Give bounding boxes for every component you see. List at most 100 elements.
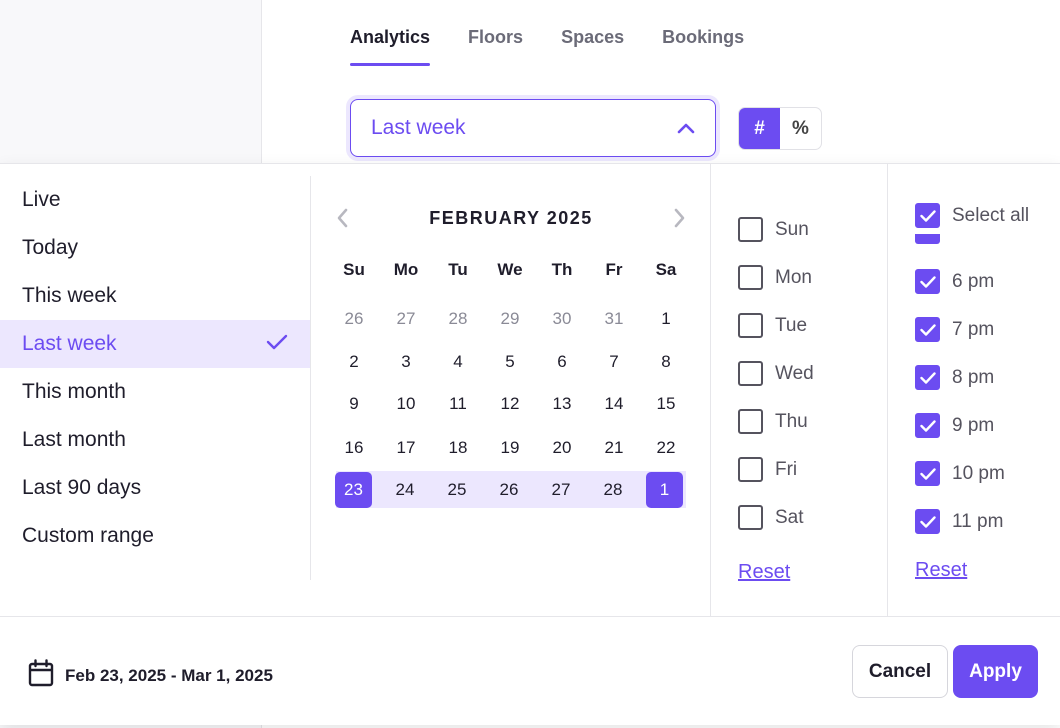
calendar-day[interactable]: 5 <box>484 344 536 380</box>
preset-this-week[interactable]: This week <box>0 272 310 320</box>
percent-mode-button[interactable]: % <box>780 108 821 149</box>
calendar-day[interactable]: 2 <box>328 344 380 380</box>
hour-reset-link[interactable]: Reset <box>915 559 967 582</box>
calendar-day[interactable]: 21 <box>588 430 640 466</box>
preset-last-90-days[interactable]: Last 90 days <box>0 464 310 512</box>
checkbox[interactable] <box>738 361 763 386</box>
calendar-day[interactable]: 28 <box>587 472 639 508</box>
weekday-label: Sat <box>775 506 804 528</box>
preset-custom-range[interactable]: Custom range <box>0 512 310 560</box>
tab-floors[interactable]: Floors <box>468 0 523 66</box>
calendar-day[interactable]: 17 <box>380 430 432 466</box>
calendar-day-range-start[interactable]: 23 <box>335 472 372 508</box>
calendar-day[interactable]: 14 <box>588 386 640 422</box>
select-all-label: Select all <box>952 204 1030 226</box>
calendar-day[interactable]: 15 <box>640 386 692 422</box>
date-range-select[interactable]: Last week <box>350 99 716 157</box>
checkbox[interactable] <box>738 505 763 530</box>
calendar-day[interactable]: 30 <box>536 301 588 337</box>
hour-checkbox-9pm[interactable]: 9 pm <box>915 413 994 438</box>
calendar-day[interactable]: 27 <box>380 301 432 337</box>
calendar-day[interactable]: 13 <box>536 386 588 422</box>
chevron-up-icon <box>677 122 695 134</box>
checkmark-icon <box>919 209 936 222</box>
calendar-day[interactable]: 27 <box>535 472 587 508</box>
hour-checkbox-6pm[interactable]: 6 pm <box>915 269 994 294</box>
weekday-checkbox-thu[interactable]: Thu <box>738 409 808 434</box>
preset-last-month[interactable]: Last month <box>0 416 310 464</box>
preset-label: This week <box>22 284 117 307</box>
weekday-checkbox-sun[interactable]: Sun <box>738 217 809 242</box>
weekday-label: Tue <box>775 314 808 336</box>
calendar-month-title: FEBRUARY 2025 <box>429 207 593 228</box>
calendar-day[interactable]: 12 <box>484 386 536 422</box>
calendar-day[interactable]: 20 <box>536 430 588 466</box>
checkbox[interactable] <box>738 217 763 242</box>
select-all-checkbox[interactable]: Select all <box>915 203 1029 228</box>
calendar-day[interactable]: 24 <box>379 472 431 508</box>
weekday-header: Fr <box>605 260 623 279</box>
date-filter-popover: Live Today This week Last week This mont… <box>0 163 1060 725</box>
calendar-day[interactable]: 29 <box>484 301 536 337</box>
calendar-day[interactable]: 16 <box>328 430 380 466</box>
calendar-day[interactable]: 7 <box>588 344 640 380</box>
weekday-checkbox-tue[interactable]: Tue <box>738 313 807 338</box>
calendar-day[interactable]: 1 <box>640 301 692 337</box>
calendar-day[interactable]: 26 <box>328 301 380 337</box>
hour-label: 10 pm <box>952 462 1005 484</box>
checkmark-icon <box>919 371 936 384</box>
tab-analytics[interactable]: Analytics <box>350 0 431 66</box>
weekday-label: Thu <box>775 410 808 432</box>
calendar-day[interactable]: 28 <box>432 301 484 337</box>
calendar-day[interactable]: 26 <box>483 472 535 508</box>
calendar-day[interactable]: 31 <box>588 301 640 337</box>
hour-checkbox-7pm[interactable]: 7 pm <box>915 317 994 342</box>
apply-button[interactable]: Apply <box>953 645 1038 698</box>
checkbox[interactable] <box>915 203 940 228</box>
calendar-day[interactable]: 11 <box>432 386 484 422</box>
tab-spaces[interactable]: Spaces <box>561 0 624 66</box>
preset-today[interactable]: Today <box>0 224 310 272</box>
checkbox[interactable] <box>738 313 763 338</box>
preset-last-week[interactable]: Last week <box>0 320 310 368</box>
checkbox[interactable] <box>915 317 940 342</box>
weekday-checkbox-mon[interactable]: Mon <box>738 265 812 290</box>
calendar-day-range-end[interactable]: 1 <box>646 472 683 508</box>
popover-footer: Feb 23, 2025 - Mar 1, 2025 Cancel Apply <box>0 616 1060 726</box>
calendar-week: 9 10 11 12 13 14 15 <box>328 386 692 422</box>
preset-live[interactable]: Live <box>0 176 310 224</box>
calendar-day[interactable]: 3 <box>380 344 432 380</box>
calendar-day[interactable]: 22 <box>640 430 692 466</box>
calendar-day[interactable]: 9 <box>328 386 380 422</box>
calendar-day[interactable]: 18 <box>432 430 484 466</box>
checkbox[interactable] <box>738 265 763 290</box>
checkmark-icon <box>266 332 288 356</box>
checkbox[interactable] <box>915 365 940 390</box>
checkbox[interactable] <box>738 409 763 434</box>
next-month-button[interactable] <box>666 204 694 232</box>
checkbox[interactable] <box>915 461 940 486</box>
checkbox[interactable] <box>738 457 763 482</box>
weekday-checkbox-fri[interactable]: Fri <box>738 457 797 482</box>
weekday-checkbox-wed[interactable]: Wed <box>738 361 814 386</box>
hour-checkbox-11pm[interactable]: 11 pm <box>915 509 1003 534</box>
calendar-day[interactable]: 4 <box>432 344 484 380</box>
cancel-button[interactable]: Cancel <box>852 645 948 698</box>
checkbox[interactable] <box>915 413 940 438</box>
calendar-day[interactable]: 25 <box>431 472 483 508</box>
calendar-day[interactable]: 6 <box>536 344 588 380</box>
weekday-reset-link[interactable]: Reset <box>738 561 790 584</box>
count-mode-button[interactable]: # <box>739 108 780 149</box>
hour-checkbox-8pm[interactable]: 8 pm <box>915 365 994 390</box>
checkbox[interactable] <box>915 269 940 294</box>
weekday-label: Mon <box>775 266 812 288</box>
calendar-day[interactable]: 8 <box>640 344 692 380</box>
tab-bookings[interactable]: Bookings <box>662 0 744 66</box>
weekday-checkbox-sat[interactable]: Sat <box>738 505 804 530</box>
hour-checkbox-10pm[interactable]: 10 pm <box>915 461 1005 486</box>
preset-this-month[interactable]: This month <box>0 368 310 416</box>
calendar-day[interactable]: 19 <box>484 430 536 466</box>
checkbox[interactable] <box>915 509 940 534</box>
calendar-day[interactable]: 10 <box>380 386 432 422</box>
prev-month-button[interactable] <box>328 204 356 232</box>
